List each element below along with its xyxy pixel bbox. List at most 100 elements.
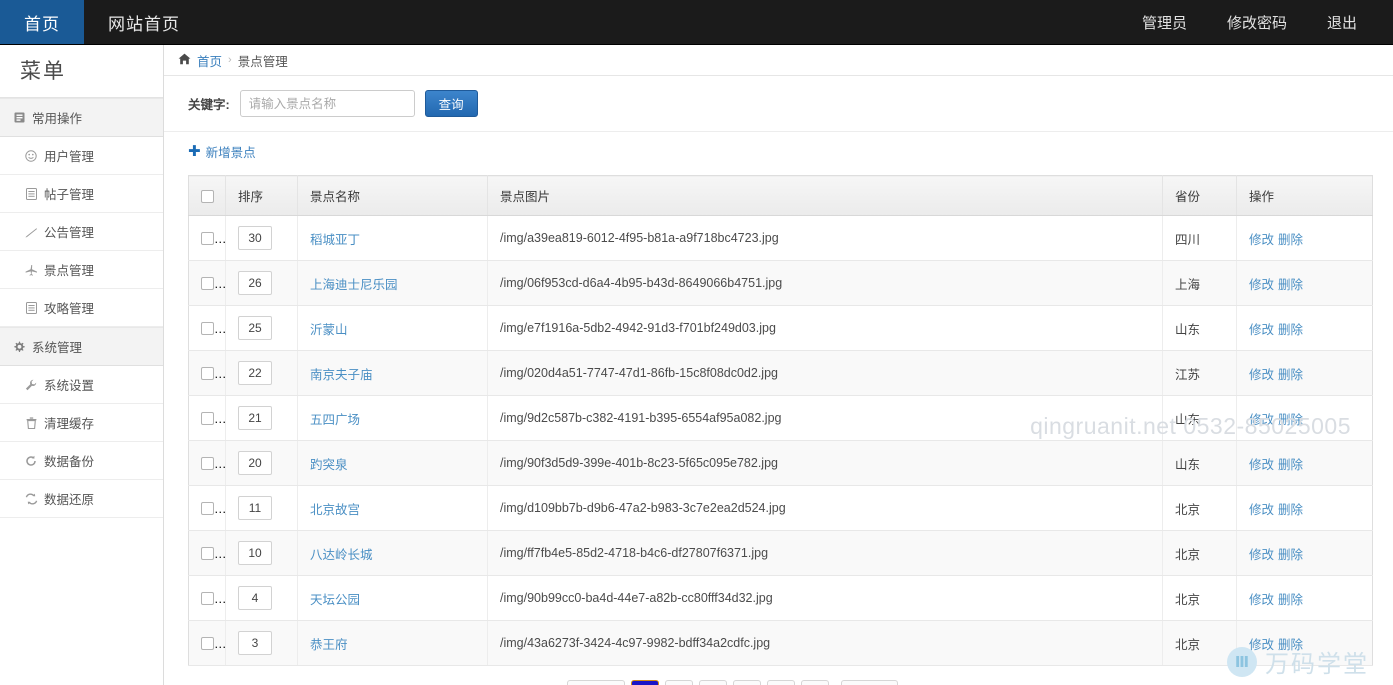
row-name-cell: 南京夫子庙 xyxy=(298,351,488,396)
sidebar-item-post-management[interactable]: 帖子管理 xyxy=(0,175,163,213)
sidebar-item-user-management[interactable]: 用户管理 xyxy=(0,137,163,175)
scenic-spot-name-link[interactable]: 恭王府 xyxy=(310,638,348,652)
scenic-spot-province: 北京 xyxy=(1175,548,1200,562)
sidebar-group-system-management[interactable]: 系统管理 xyxy=(0,327,163,366)
row-checkbox[interactable] xyxy=(201,547,214,560)
row-sort-cell xyxy=(226,216,298,261)
sidebar-item-announcement-management[interactable]: 公告管理 xyxy=(0,213,163,251)
sidebar-item-data-restore[interactable]: 数据还原 xyxy=(0,480,163,518)
sort-order-input[interactable] xyxy=(238,271,272,295)
sync-icon xyxy=(24,493,38,505)
pagination-page-4[interactable]: 4 xyxy=(733,680,761,685)
sidebar-item-data-backup[interactable]: 数据备份 xyxy=(0,442,163,480)
delete-link[interactable]: 删除 xyxy=(1278,458,1303,472)
nav-link-change-password[interactable]: 修改密码 xyxy=(1207,0,1307,44)
pagination-page-1[interactable]: 1 xyxy=(631,680,659,685)
row-checkbox[interactable] xyxy=(201,322,214,335)
pagination-page-5[interactable]: 5 xyxy=(767,680,795,685)
row-select-cell xyxy=(189,621,226,666)
row-checkbox[interactable] xyxy=(201,412,214,425)
delete-link[interactable]: 删除 xyxy=(1278,593,1303,607)
sidebar-item-guide-management[interactable]: 攻略管理 xyxy=(0,289,163,327)
scenic-spot-name-link[interactable]: 稻城亚丁 xyxy=(310,233,360,247)
delete-link[interactable]: 删除 xyxy=(1278,233,1303,247)
delete-link[interactable]: 删除 xyxy=(1278,368,1303,382)
edit-link[interactable]: 修改 xyxy=(1249,368,1274,382)
breadcrumb-separator: › xyxy=(228,54,232,66)
sidebar-item-label: 公告管理 xyxy=(44,222,94,241)
plus-icon: ✚ xyxy=(188,144,201,159)
breadcrumb-home-link[interactable]: 首页 xyxy=(197,51,222,70)
nav-tab-website-home[interactable]: 网站首页 xyxy=(84,0,204,44)
edit-link[interactable]: 修改 xyxy=(1249,278,1274,292)
row-image-cell: /img/06f953cd-d6a4-4b95-b43d-8649066b475… xyxy=(488,261,1163,306)
delete-link[interactable]: 删除 xyxy=(1278,638,1303,652)
row-name-cell: 八达岭长城 xyxy=(298,531,488,576)
query-button[interactable]: 查询 xyxy=(425,90,478,117)
edit-link[interactable]: 修改 xyxy=(1249,323,1274,337)
pagination-next-button[interactable]: 下一页 xyxy=(841,680,899,685)
table-row: 趵突泉/img/90f3d5d9-399e-401b-8c23-5f65c095… xyxy=(189,441,1373,486)
row-name-cell: 上海迪士尼乐园 xyxy=(298,261,488,306)
sort-order-input[interactable] xyxy=(238,586,272,610)
row-checkbox[interactable] xyxy=(201,277,214,290)
row-image-cell: /img/d109bb7b-d9b6-47a2-b983-3c7e2ea2d52… xyxy=(488,486,1163,531)
sidebar-item-scenic-spot-management[interactable]: 景点管理 xyxy=(0,251,163,289)
nav-tab-home[interactable]: 首页 xyxy=(0,0,84,44)
delete-link[interactable]: 删除 xyxy=(1278,278,1303,292)
sidebar-item-label: 清理缓存 xyxy=(44,413,94,432)
sort-order-input[interactable] xyxy=(238,451,272,475)
edit-link[interactable]: 修改 xyxy=(1249,638,1274,652)
row-checkbox[interactable] xyxy=(201,637,214,650)
nav-link-admin[interactable]: 管理员 xyxy=(1122,0,1207,44)
add-scenic-spot-button[interactable]: ✚ 新增景点 xyxy=(188,142,256,161)
delete-link[interactable]: 删除 xyxy=(1278,323,1303,337)
delete-link[interactable]: 删除 xyxy=(1278,413,1303,427)
row-province-cell: 北京 xyxy=(1163,621,1237,666)
scenic-spot-name-link[interactable]: 上海迪士尼乐园 xyxy=(310,278,398,292)
sort-order-input[interactable] xyxy=(238,226,272,250)
row-actions-cell: 修改删除 xyxy=(1237,351,1373,396)
scenic-spot-name-link[interactable]: 南京夫子庙 xyxy=(310,368,373,382)
row-checkbox[interactable] xyxy=(201,232,214,245)
sort-order-input[interactable] xyxy=(238,541,272,565)
row-name-cell: 稻城亚丁 xyxy=(298,216,488,261)
edit-link[interactable]: 修改 xyxy=(1249,548,1274,562)
table-row: 五四广场/img/9d2c587b-c382-4191-b395-6554af9… xyxy=(189,396,1373,441)
scenic-spot-name-link[interactable]: 五四广场 xyxy=(310,413,360,427)
sort-order-input[interactable] xyxy=(238,406,272,430)
row-checkbox[interactable] xyxy=(201,502,214,515)
scenic-spot-name-link[interactable]: 天坛公园 xyxy=(310,593,360,607)
row-actions-cell: 修改删除 xyxy=(1237,531,1373,576)
edit-link[interactable]: 修改 xyxy=(1249,593,1274,607)
sort-order-input[interactable] xyxy=(238,631,272,655)
edit-link[interactable]: 修改 xyxy=(1249,233,1274,247)
pagination-prev-button[interactable]: 上一页 xyxy=(567,680,625,685)
sort-order-input[interactable] xyxy=(238,361,272,385)
row-checkbox[interactable] xyxy=(201,367,214,380)
sidebar-item-system-settings[interactable]: 系统设置 xyxy=(0,366,163,404)
row-checkbox[interactable] xyxy=(201,592,214,605)
select-all-checkbox[interactable] xyxy=(201,190,214,203)
pagination-page-3[interactable]: 3 xyxy=(699,680,727,685)
edit-link[interactable]: 修改 xyxy=(1249,413,1274,427)
scenic-spot-name-link[interactable]: 趵突泉 xyxy=(310,458,348,472)
pagination-page-6[interactable]: 6 xyxy=(801,680,829,685)
sort-order-input[interactable] xyxy=(238,496,272,520)
scenic-spot-name-link[interactable]: 八达岭长城 xyxy=(310,548,373,562)
nav-link-logout[interactable]: 退出 xyxy=(1307,0,1377,44)
edit-link[interactable]: 修改 xyxy=(1249,458,1274,472)
navbar-tabs: 首页 网站首页 xyxy=(0,0,204,44)
row-checkbox[interactable] xyxy=(201,457,214,470)
delete-link[interactable]: 删除 xyxy=(1278,548,1303,562)
edit-link[interactable]: 修改 xyxy=(1249,503,1274,517)
search-input[interactable] xyxy=(240,90,415,117)
scenic-spot-name-link[interactable]: 北京故宫 xyxy=(310,503,360,517)
row-select-cell xyxy=(189,351,226,396)
sort-order-input[interactable] xyxy=(238,316,272,340)
delete-link[interactable]: 删除 xyxy=(1278,503,1303,517)
sidebar-item-clear-cache[interactable]: 清理缓存 xyxy=(0,404,163,442)
pagination-page-2[interactable]: 2 xyxy=(665,680,693,685)
sidebar-group-common-operations[interactable]: 常用操作 xyxy=(0,98,163,137)
scenic-spot-name-link[interactable]: 沂蒙山 xyxy=(310,323,348,337)
